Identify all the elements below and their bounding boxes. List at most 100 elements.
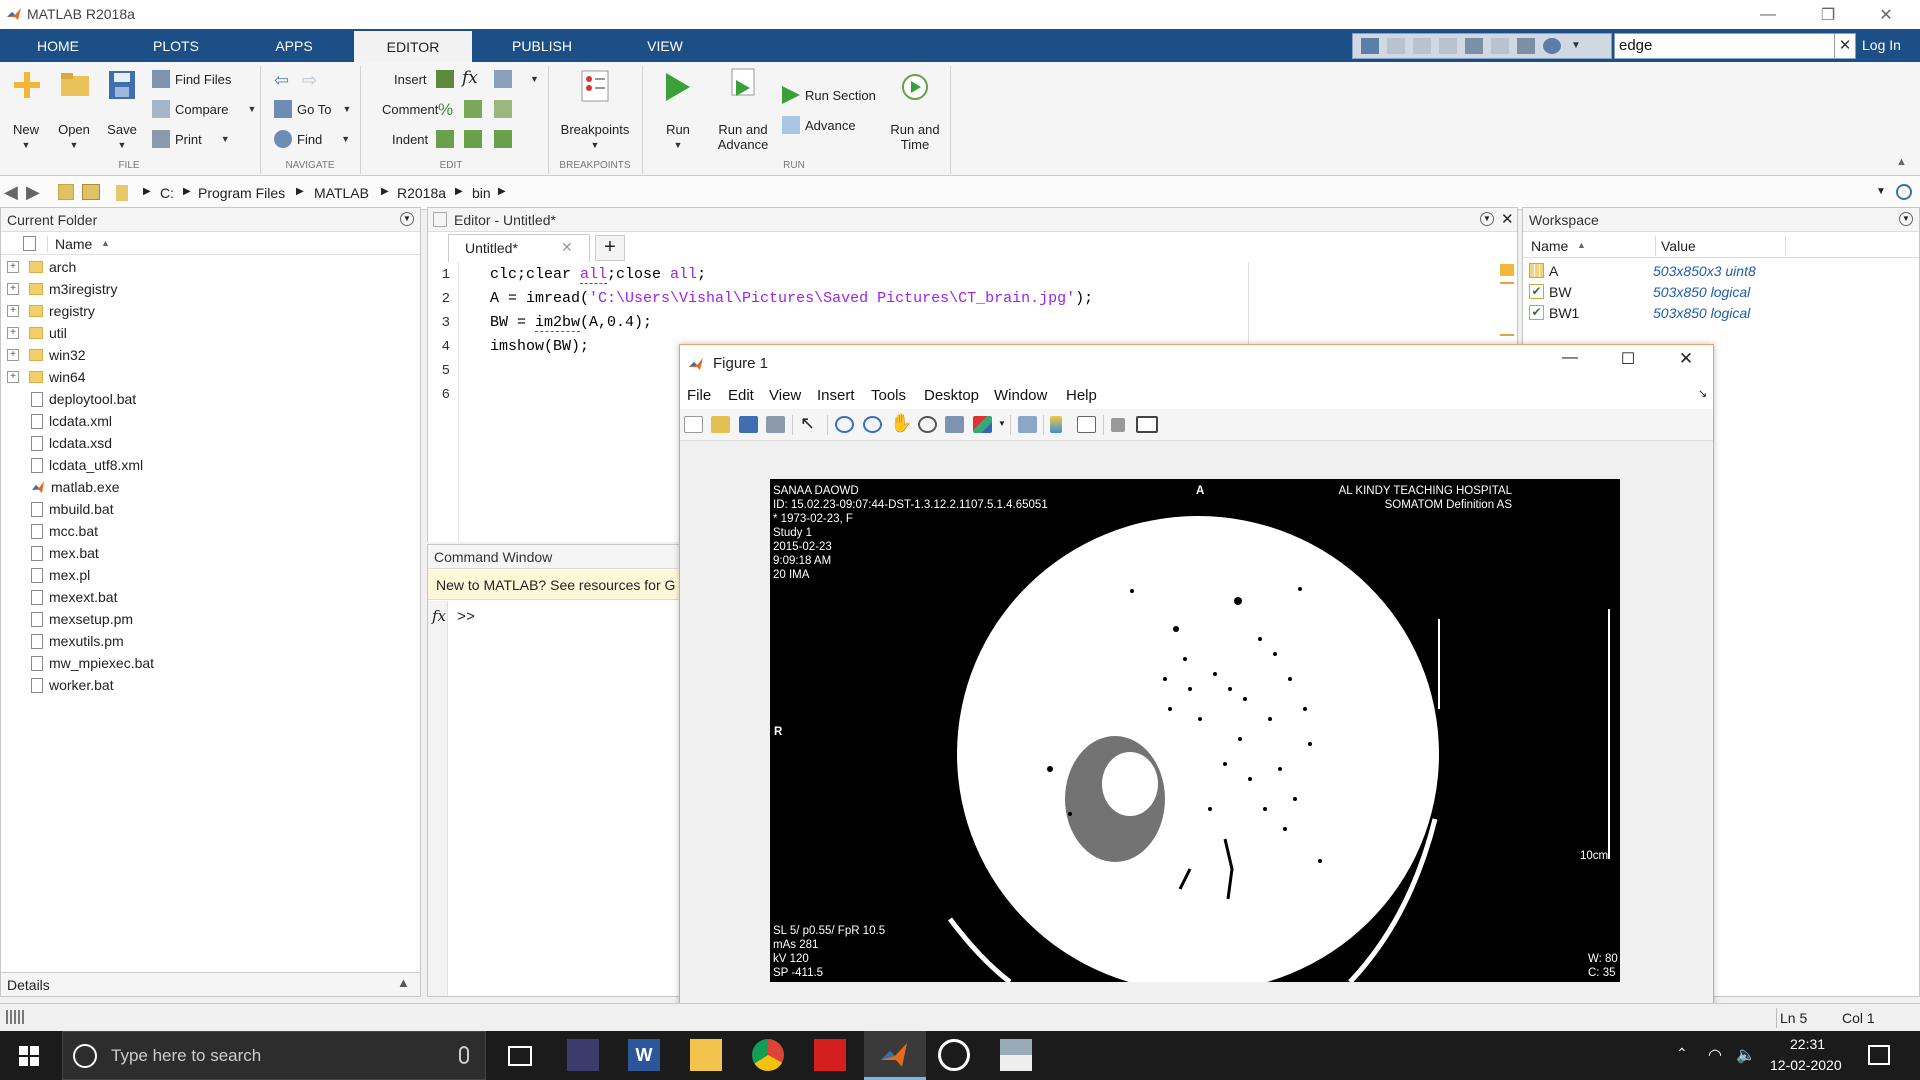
media-app-icon[interactable] (938, 1039, 970, 1071)
list-item[interactable]: matlab.exe (1, 476, 119, 498)
chevron-down-icon[interactable]: ▼ (530, 74, 539, 84)
chevron-up-icon[interactable]: ⌃ (1676, 1045, 1688, 1062)
tab-untitled[interactable]: Untitled* ✕ (448, 234, 590, 262)
list-item[interactable]: mex.pl (1, 564, 90, 586)
tab-publish[interactable]: PUBLISH (474, 29, 610, 62)
name-column-header[interactable]: Name (55, 236, 92, 252)
list-item[interactable]: mex.bat (1, 542, 99, 564)
list-item[interactable]: lcdata.xsd (1, 432, 112, 454)
list-item[interactable]: worker.bat (1, 674, 114, 696)
smart-indent-icon[interactable] (436, 130, 454, 148)
list-item[interactable]: + arch (1, 256, 76, 278)
back-arrow-icon[interactable]: ◀ (4, 182, 18, 203)
photos-app-icon[interactable] (1000, 1039, 1032, 1071)
figure-maximize-button[interactable]: ☐ (1608, 349, 1648, 377)
hide-plot-tools-icon[interactable] (1111, 418, 1125, 432)
warning-marker[interactable] (1500, 334, 1514, 336)
comment-percent-icon[interactable]: % (438, 100, 453, 120)
pan-hand-icon[interactable]: ✋ (890, 413, 912, 434)
show-plot-tools-icon[interactable] (1136, 416, 1158, 433)
collapse-ribbon-icon[interactable]: ▲ (1896, 156, 1907, 168)
save-icon[interactable] (1361, 38, 1379, 54)
forward-arrow-icon[interactable]: ▶ (26, 182, 40, 203)
expand-icon[interactable]: + (7, 349, 19, 361)
pointer-icon[interactable]: ↖ (800, 413, 815, 434)
list-item[interactable]: mexext.bat (1, 586, 117, 608)
browse-folder-icon[interactable] (82, 184, 100, 200)
clear-search-button[interactable]: ✕ (1834, 33, 1856, 59)
back-arrow-icon[interactable]: ⇦ (274, 70, 289, 91)
run-button[interactable]: Run ▼ (654, 66, 702, 156)
menu-insert[interactable]: Insert (817, 387, 855, 404)
workspace-variable-row[interactable]: ✔ BW1 503x850 logical (1523, 302, 1919, 323)
function-browser-icon[interactable]: fx (432, 607, 446, 625)
copy-icon[interactable] (1413, 38, 1431, 54)
acrobat-app-icon[interactable] (814, 1039, 846, 1071)
list-item[interactable]: + win64 (1, 366, 86, 388)
open-file-icon[interactable] (711, 416, 730, 433)
list-item[interactable]: deploytool.bat (1, 388, 136, 410)
details-bar[interactable]: Details ▲ (1, 972, 420, 996)
expand-icon[interactable]: + (7, 327, 19, 339)
find-button[interactable]: Find ▼ (274, 130, 350, 148)
file-explorer-icon[interactable] (690, 1039, 722, 1071)
windows-start-icon[interactable] (19, 1046, 39, 1066)
chrome-app-icon[interactable] (752, 1039, 784, 1071)
forward-arrow-icon[interactable]: ⇨ (302, 70, 317, 91)
decrease-indent-icon[interactable] (494, 130, 512, 148)
insert-section-icon[interactable] (436, 70, 454, 88)
word-app-icon[interactable]: W (628, 1039, 660, 1071)
expand-icon[interactable]: + (7, 283, 19, 295)
workspace-variable-row[interactable]: A 503x850x3 uint8 (1523, 260, 1919, 281)
close-tab-icon[interactable]: ✕ (561, 239, 573, 256)
run-and-advance-button[interactable]: Run and Advance (710, 66, 776, 156)
matlab-taskbar-button[interactable] (864, 1031, 926, 1080)
menu-edit[interactable]: Edit (728, 387, 754, 404)
save-figure-icon[interactable] (739, 416, 758, 433)
list-item[interactable]: mexsetup.pm (1, 608, 133, 630)
maximize-button[interactable]: ❐ (1800, 0, 1856, 29)
minimize-button[interactable]: — (1740, 0, 1796, 29)
zoom-in-icon[interactable] (835, 416, 854, 433)
chevron-down-icon[interactable]: ▼ (1571, 40, 1581, 51)
list-item[interactable]: + util (1, 322, 67, 344)
zoom-out-icon[interactable] (863, 416, 882, 433)
run-and-time-button[interactable]: Run and Time (884, 66, 946, 156)
panel-actions-icon[interactable]: ▼ (400, 212, 414, 226)
wrap-comments-icon[interactable] (494, 100, 512, 118)
menu-view[interactable]: View (769, 387, 801, 404)
data-cursor-icon[interactable] (945, 416, 964, 433)
insert-function-icon[interactable]: fx (462, 68, 478, 88)
value-column-header[interactable]: Value (1661, 238, 1696, 254)
list-item[interactable]: mcc.bat (1, 520, 98, 542)
calculator-app-icon[interactable] (567, 1039, 599, 1071)
list-item[interactable]: lcdata.xml (1, 410, 112, 432)
tab-plots[interactable]: PLOTS (118, 29, 234, 62)
breadcrumb-r2018a[interactable]: R2018a (397, 185, 446, 201)
list-item[interactable]: lcdata_utf8.xml (1, 454, 143, 476)
figure-minimize-button[interactable]: — (1550, 349, 1590, 377)
breadcrumb-drive[interactable]: C: (160, 185, 174, 201)
clock-date[interactable]: 12-02-2020 (1770, 1057, 1842, 1073)
expand-icon[interactable]: + (7, 261, 19, 273)
compare-button[interactable]: Compare ▼ (152, 100, 256, 118)
list-item[interactable]: + m3iregistry (1, 278, 117, 300)
paste-icon[interactable] (1439, 38, 1457, 54)
switch-windows-icon[interactable] (1517, 38, 1535, 54)
panel-actions-icon[interactable]: ▼ (1899, 212, 1913, 226)
legend-icon[interactable] (1077, 416, 1096, 433)
clock-time[interactable]: 22:31 (1790, 1036, 1825, 1052)
new-figure-icon[interactable] (684, 416, 703, 433)
new-tab-button[interactable]: + (595, 235, 625, 261)
up-folder-icon[interactable] (58, 184, 74, 200)
undo-icon[interactable] (1465, 38, 1483, 54)
list-item[interactable]: mexutils.pm (1, 630, 124, 652)
menu-desktop[interactable]: Desktop (924, 387, 979, 404)
menu-help[interactable]: Help (1066, 387, 1097, 404)
link-plot-icon[interactable] (1018, 416, 1037, 433)
close-button[interactable]: ✕ (1858, 0, 1914, 29)
command-prompt[interactable]: >> (457, 609, 475, 626)
help-icon[interactable] (1543, 38, 1561, 54)
menu-file[interactable]: File (687, 387, 711, 404)
tab-editor[interactable]: EDITOR (354, 29, 472, 62)
